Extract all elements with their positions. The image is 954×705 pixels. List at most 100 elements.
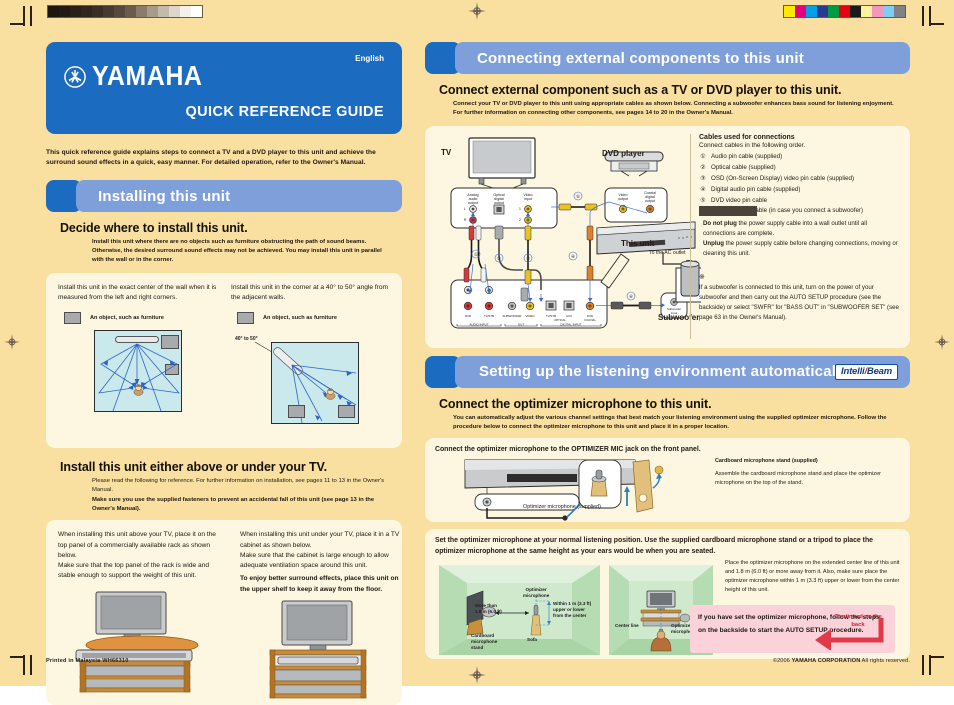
connection-diagram-card: Analog audio output Optical digital outp… <box>425 125 910 348</box>
section-3-title-bar: Setting up the listening environment aut… <box>455 355 910 388</box>
cable-label: OSD (On-Screen Display) video pin cable … <box>711 174 855 182</box>
legend-furniture-left: An object, such as furniture <box>64 312 217 325</box>
caution-text-2: the power supply cable before changing c… <box>703 239 898 257</box>
grayscale-step <box>169 6 180 17</box>
grayscale-step <box>136 6 147 17</box>
section-1-heading-2: Install this unit either above or under … <box>60 460 328 475</box>
caution-line-2: Unplug the power supply cable before cha… <box>699 239 899 259</box>
furniture-block-3 <box>288 405 305 419</box>
dvd-label: DVD player <box>602 148 645 158</box>
svg-text:output: output <box>645 199 655 203</box>
furniture-swatch-icon-2 <box>237 312 254 325</box>
caution-bold-1: Do not plug <box>703 219 737 227</box>
cable-label: Audio pin cable (supplied) <box>711 153 783 161</box>
caution-tag-block <box>699 205 757 216</box>
right-column: Connecting external components to this u… <box>425 42 910 660</box>
section-2-header: Connecting external components to this u… <box>425 42 910 74</box>
svg-text:TV/STB: TV/STB <box>546 314 556 318</box>
grayscale-step <box>158 6 169 17</box>
color-patch <box>883 6 894 17</box>
color-patch <box>795 6 806 17</box>
color-patch <box>828 6 839 17</box>
section-1-title: Installing this unit <box>76 180 402 213</box>
mic-connect-card: Connect the optimizer microphone to the … <box>425 438 910 523</box>
cable-list-item: ② Optical cable (supplied) <box>699 163 899 174</box>
brand-header: YAMAHA English QUICK REFERENCE GUIDE <box>46 42 402 134</box>
footer-left: Printed in Malaysia WH66310 <box>46 658 129 664</box>
red-arrow-icon <box>815 618 884 651</box>
furniture-block-4 <box>338 405 355 419</box>
cable-list-item: ① Audio pin cable (supplied) <box>699 152 899 163</box>
grayscale-step <box>125 6 136 17</box>
svg-text:output: output <box>618 197 628 201</box>
legend-label-left: An object, such as furniture <box>90 315 164 322</box>
svg-text:OPTICAL: OPTICAL <box>554 318 566 322</box>
ac-outlet-label: To the AC outlet <box>649 249 686 256</box>
intellibeam-badge: Intelli/Beam <box>835 363 898 380</box>
color-patch <box>806 6 817 17</box>
svg-text:DIGITAL INPUT: DIGITAL INPUT <box>560 322 581 326</box>
footer-right: ©2006 YAMAHA CORPORATION All rights rese… <box>773 658 910 664</box>
listener-icon-2 <box>324 387 337 401</box>
copyright-brand: YAMAHA CORPORATION <box>791 658 861 664</box>
mount-under-case: When installing this unit under your TV,… <box>240 530 408 699</box>
grayscale-calibration-bar <box>47 5 203 18</box>
section-1-lead-2a: Please read the following for reference.… <box>92 478 385 493</box>
badge-pre: Intelli <box>841 366 865 378</box>
section-1-header: Installing this unit <box>46 180 402 213</box>
placement-corner-case: Install this unit in the corner at a 40°… <box>231 283 390 428</box>
legend-label-right: An object, such as furniture <box>263 315 337 322</box>
subwoofer-note-text: If a subwoofer is connected to this unit… <box>699 284 899 322</box>
cables-title: Cables used for connections <box>699 133 795 141</box>
mic-placement-card: Set the optimizer microphone at your nor… <box>425 529 910 660</box>
section-3-lead: You can automatically adjust the various… <box>453 414 887 430</box>
distance-more-than-label: More than 1.8 m (6.0 ft) <box>475 603 502 615</box>
svg-text:COAXIAL: COAXIAL <box>584 318 596 322</box>
guide-page: YAMAHA English QUICK REFERENCE GUIDE Thi… <box>0 24 954 705</box>
rack-above-svg <box>75 591 199 692</box>
placement-card: Install this unit in the exact center of… <box>46 273 402 449</box>
grayscale-step <box>48 6 59 17</box>
tv-mount-columns: When installing this unit above your TV,… <box>58 530 399 699</box>
printed-in-label: Printed in Malaysia WH66310 <box>46 658 129 664</box>
svg-text:DVD: DVD <box>465 314 471 318</box>
section-1-lead-2b: Make sure you use the supplied fasteners… <box>92 496 375 512</box>
mic-step-2: Set the optimizer microphone at your nor… <box>435 537 873 555</box>
color-patch <box>872 6 883 17</box>
intro-paragraph: This quick reference guide explains step… <box>46 149 376 167</box>
section-3-heading: Connect the optimizer microphone to this… <box>439 396 712 411</box>
furniture-swatch-icon <box>64 312 81 325</box>
svg-text:2: 2 <box>519 218 521 222</box>
optimizer-mic-supplied-label: Optimizer microphone (supplied) <box>523 503 601 510</box>
color-patch <box>784 6 795 17</box>
cable-number: ① <box>700 153 706 161</box>
svg-text:④: ④ <box>571 254 575 259</box>
mount-under-text-bold: To enjoy better surround effects, place … <box>240 575 399 593</box>
svg-text:②: ② <box>497 256 501 261</box>
svg-text:1: 1 <box>519 207 521 211</box>
legend-furniture-right: An object, such as furniture <box>237 312 390 325</box>
grayscale-step <box>81 6 92 17</box>
note-star-icon: ※ <box>699 273 705 281</box>
section-3-header: Setting up the listening environment aut… <box>425 355 910 388</box>
subwoofer-note: ※ If a subwoofer is connected to this un… <box>699 272 899 324</box>
svg-text:TV/STB: TV/STB <box>484 314 494 318</box>
color-patch <box>850 6 861 17</box>
svg-text:input: input <box>524 197 532 201</box>
grayscale-step <box>147 6 158 17</box>
center-line-label: Center line <box>615 623 639 629</box>
room-diagram-corner <box>271 342 359 425</box>
sofa-label: Sofa <box>527 637 537 643</box>
placement-columns: Install this unit in the exact center of… <box>58 283 390 428</box>
cardboard-stand-text: Assemble the cardboard microphone stand … <box>715 471 882 487</box>
section-2-lead: Connect your TV or DVD player to this un… <box>453 101 894 116</box>
grayscale-step <box>180 6 191 17</box>
language-label: English <box>355 54 384 63</box>
cable-label: Optical cable (supplied) <box>711 164 776 172</box>
svg-text:①: ① <box>474 252 478 257</box>
placement-center-case: Install this unit in the exact center of… <box>58 283 217 428</box>
cabinet-under-svg <box>269 600 367 699</box>
grayscale-step <box>70 6 81 17</box>
svg-text:DVD: DVD <box>587 314 593 318</box>
svg-text:VIDEO: VIDEO <box>526 314 536 318</box>
